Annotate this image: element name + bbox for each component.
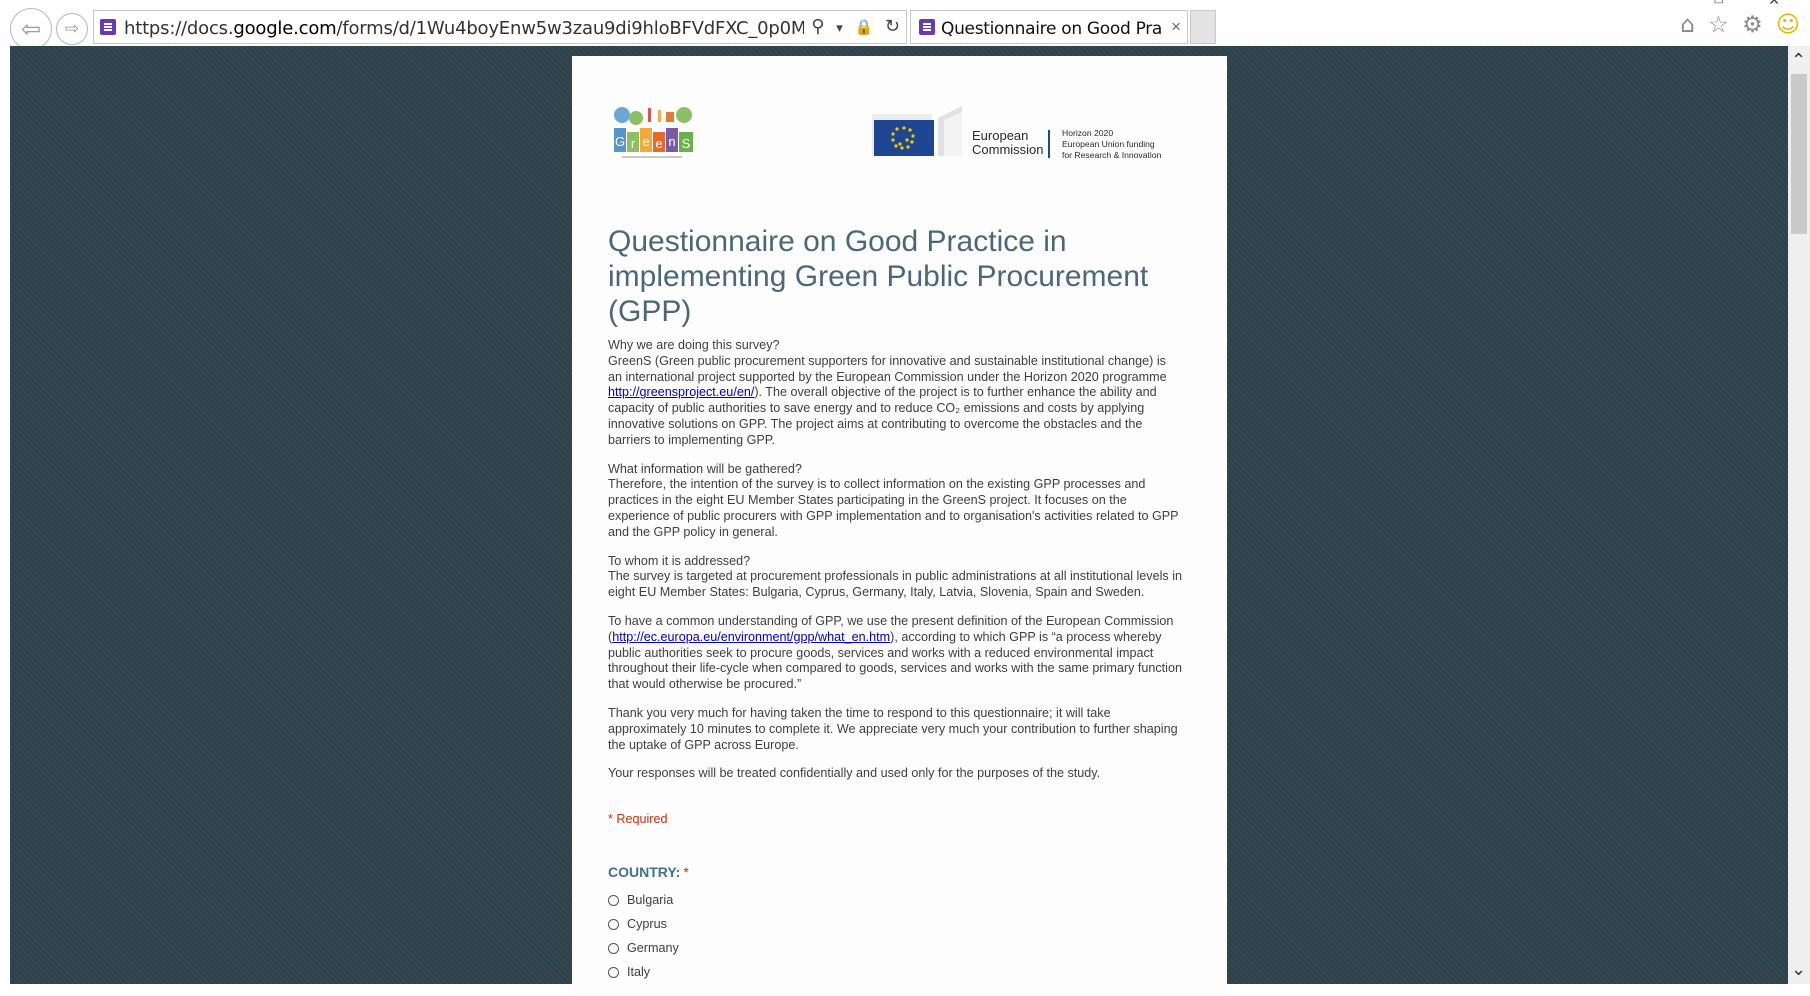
greens-letter: S xyxy=(682,136,691,151)
smiley-feedback-icon[interactable]: ☺ xyxy=(1776,12,1800,38)
why-section: Why we are doing this survey? GreenS (Gr… xyxy=(608,338,1183,449)
greens-project-link[interactable]: http://greensproject.eu/en/ xyxy=(608,385,754,399)
scrollbar-thumb[interactable] xyxy=(1791,74,1807,234)
form-header-banner: G r e e n S European Commission Horizon … xyxy=(572,106,1227,178)
scroll-up-icon[interactable]: ⌃ xyxy=(1791,50,1806,71)
new-tab-button[interactable] xyxy=(1190,10,1216,44)
ec-gpp-link[interactable]: http://ec.europa.eu/environment/gpp/what… xyxy=(612,630,890,644)
lock-icon[interactable]: 🔒 xyxy=(854,18,873,36)
greens-letter: e xyxy=(655,136,662,151)
radio-option-bulgaria[interactable]: Bulgaria xyxy=(608,888,679,912)
h2020-line1: Horizon 2020 xyxy=(1062,128,1113,138)
whom-text: The survey is targeted at procurement pr… xyxy=(608,569,1182,600)
vertical-scrollbar[interactable]: ⌃ ⌄ xyxy=(1788,46,1810,984)
option-label: Italy xyxy=(627,965,651,979)
why-heading: Why we are doing this survey? xyxy=(608,338,780,352)
why-text: GreenS (Green public procurement support… xyxy=(608,353,1167,384)
radio-button[interactable] xyxy=(608,966,619,978)
what-heading: What information will be gathered? xyxy=(608,461,802,476)
option-label: Bulgaria xyxy=(627,893,674,907)
greens-letter: n xyxy=(668,134,675,149)
option-label: Cyprus xyxy=(627,917,667,931)
refresh-icon[interactable]: ↻ xyxy=(885,16,900,37)
browser-tab[interactable]: Questionnaire on Good Pract... × xyxy=(910,10,1188,44)
chevron-down-icon[interactable]: ▾ xyxy=(836,21,843,36)
required-asterisk: * xyxy=(683,864,689,880)
radio-button[interactable] xyxy=(608,942,619,954)
thanks-text: Thank you very much for having taken the… xyxy=(608,705,1178,752)
minimize-icon[interactable]: ▭ xyxy=(1714,0,1724,7)
ec-name-line2: Commission xyxy=(972,142,1044,157)
radio-option-cyprus[interactable]: Cyprus xyxy=(608,912,679,936)
h2020-line3: for Research & Innovation xyxy=(1062,150,1162,160)
european-commission-logo: European Commission Horizon 2020 Europea… xyxy=(872,106,1162,160)
scroll-down-icon[interactable]: ⌄ xyxy=(1791,959,1806,980)
whom-section: To whom it is addressed? The survey is t… xyxy=(608,554,1183,601)
close-tab-icon[interactable]: × xyxy=(1171,17,1181,37)
greens-letter: r xyxy=(631,136,636,151)
back-arrow-icon[interactable]: ⇦ xyxy=(10,8,52,50)
greens-letter: e xyxy=(642,134,649,149)
gear-icon[interactable]: ⚙ xyxy=(1742,12,1763,38)
close-window-icon[interactable]: ✕ xyxy=(1768,0,1780,9)
required-note: * Required xyxy=(608,812,668,826)
star-icon[interactable]: ☆ xyxy=(1708,12,1729,38)
what-section: What information will be gathered? There… xyxy=(608,462,1183,541)
radio-button[interactable] xyxy=(608,894,619,906)
form-title: Questionnaire on Good Practice in implem… xyxy=(608,225,1149,328)
question-title-country: COUNTRY: * xyxy=(608,864,689,880)
h2020-line2: European Union funding xyxy=(1062,139,1155,149)
whom-heading: To whom it is addressed? xyxy=(608,553,751,568)
radio-option-italy[interactable]: Italy xyxy=(608,960,679,984)
what-text: Therefore, the intention of the survey i… xyxy=(608,477,1179,539)
forward-arrow-icon[interactable]: ⇨ xyxy=(56,13,88,45)
address-bar-tools: ⚲ ▾ 🔒 ↻ xyxy=(805,16,900,37)
country-options: Bulgaria Cyprus Germany Italy xyxy=(608,888,679,984)
form-description: Why we are doing this survey? GreenS (Gr… xyxy=(608,338,1183,795)
google-forms-icon xyxy=(919,19,935,35)
question-label: COUNTRY: xyxy=(608,864,681,880)
form-card: G r e e n S European Commission Horizon … xyxy=(572,56,1227,996)
browser-actions: ⌂ ☆ ⚙ ☺ xyxy=(1674,12,1800,38)
greens-letter: G xyxy=(615,134,625,149)
ec-name-line1: European xyxy=(972,128,1028,143)
greens-logo: G r e e n S xyxy=(614,107,693,158)
url-text[interactable]: https://docs.google.com/forms/d/1Wu4boyE… xyxy=(124,18,804,39)
radio-option-germany[interactable]: Germany xyxy=(608,936,679,960)
home-icon[interactable]: ⌂ xyxy=(1680,12,1695,38)
definition-section: To have a common understanding of GPP, w… xyxy=(608,614,1183,693)
search-icon[interactable]: ⚲ xyxy=(811,16,824,37)
option-label: Germany xyxy=(627,941,679,955)
tab-title: Questionnaire on Good Pract... xyxy=(941,19,1161,39)
confidential-text: Your responses will be treated confident… xyxy=(608,766,1101,781)
radio-button[interactable] xyxy=(608,918,619,930)
browser-toolbar: ⇦ ⇨ https://docs.google.com/forms/d/1Wu4… xyxy=(0,0,1810,50)
address-bar[interactable]: https://docs.google.com/forms/d/1Wu4boyE… xyxy=(93,10,907,44)
google-forms-icon xyxy=(100,19,116,35)
